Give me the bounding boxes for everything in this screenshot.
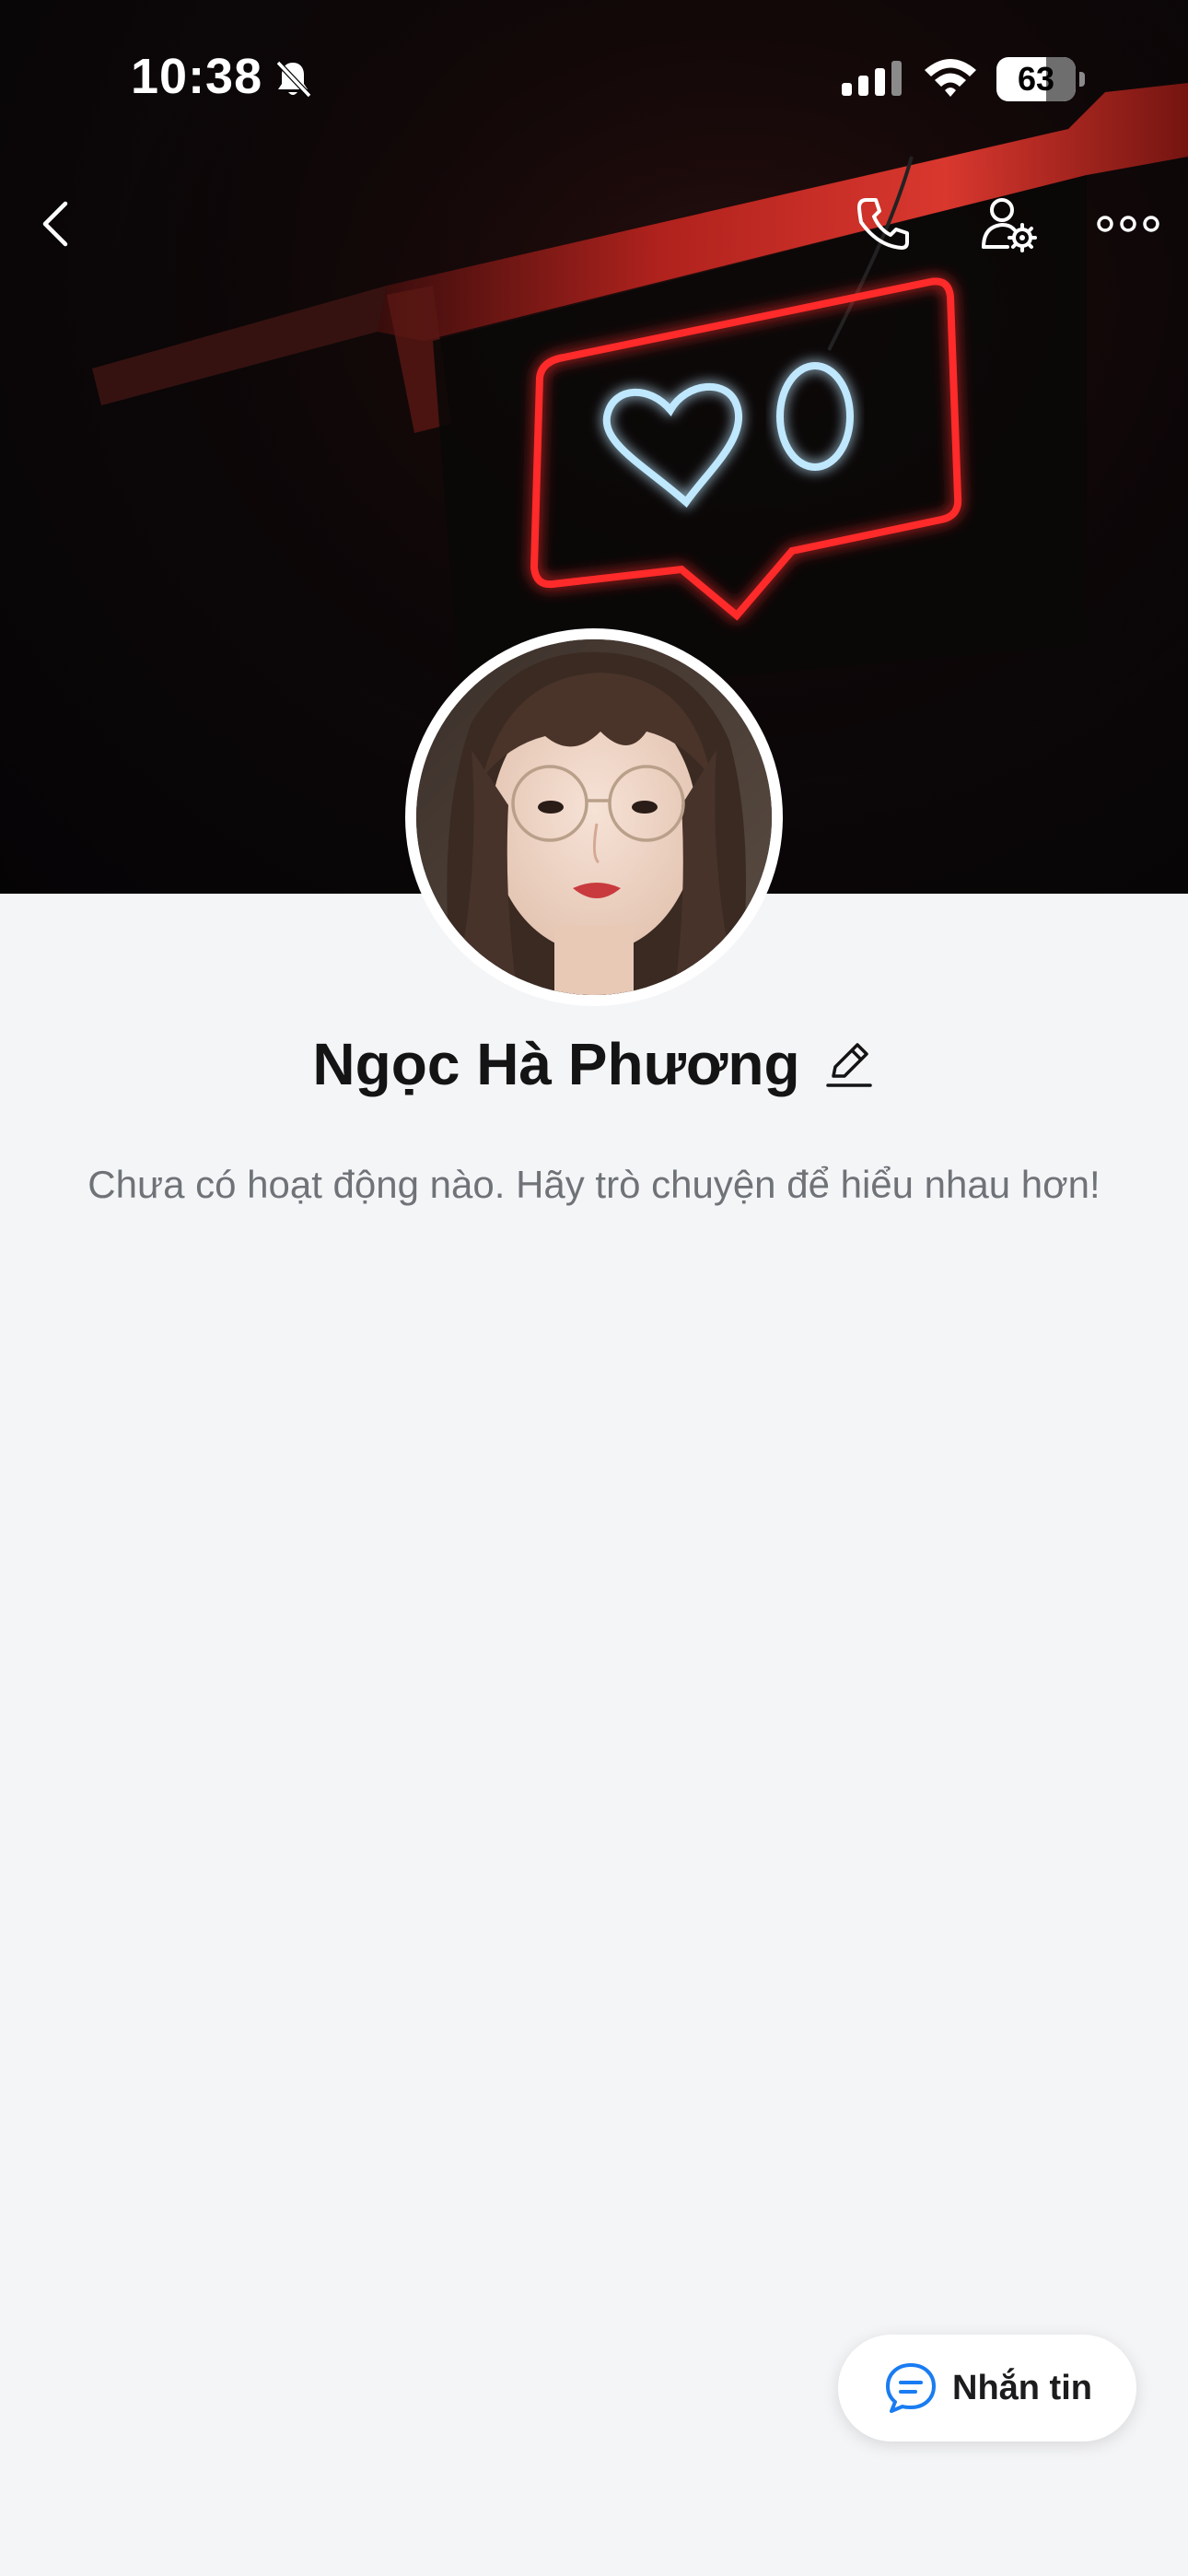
- battery-icon: 63: [996, 57, 1085, 101]
- profile-name: Ngọc Hà Phương: [312, 1031, 800, 1097]
- user-settings-button[interactable]: [967, 182, 1050, 265]
- avatar[interactable]: [405, 628, 783, 1006]
- message-button-label: Nhắn tin: [952, 2368, 1092, 2407]
- profile-name-row: Ngọc Hà Phương: [0, 1023, 1188, 1106]
- bell-off-icon: [275, 60, 312, 99]
- message-button[interactable]: Nhắn tin: [838, 2335, 1136, 2441]
- user-settings-icon: [982, 198, 1037, 252]
- status-time: 10:38: [131, 49, 263, 104]
- back-button[interactable]: [15, 182, 98, 265]
- profile-screen: 10:38 63 Ngọc Hà Phương Chưa có hoạt độn…: [0, 0, 1188, 2576]
- status-bar: 10:38 63: [0, 0, 1188, 157]
- signal-icon: [842, 61, 902, 96]
- chevron-left-icon: [42, 201, 68, 247]
- phone-icon: [857, 198, 909, 250]
- chat-bubble-icon: [886, 2363, 936, 2413]
- battery-level: 63: [1017, 60, 1055, 98]
- more-button[interactable]: [1087, 182, 1170, 265]
- avatar-portrait: [416, 639, 772, 995]
- edit-pencil-icon[interactable]: [822, 1037, 876, 1091]
- call-button[interactable]: [842, 182, 925, 265]
- avatar-photo: [416, 639, 772, 995]
- more-icon: [1097, 216, 1159, 232]
- wifi-icon: [925, 59, 976, 97]
- empty-activity-text: Chưa có hoạt động nào. Hãy trò chuyện để…: [87, 1163, 1101, 1206]
